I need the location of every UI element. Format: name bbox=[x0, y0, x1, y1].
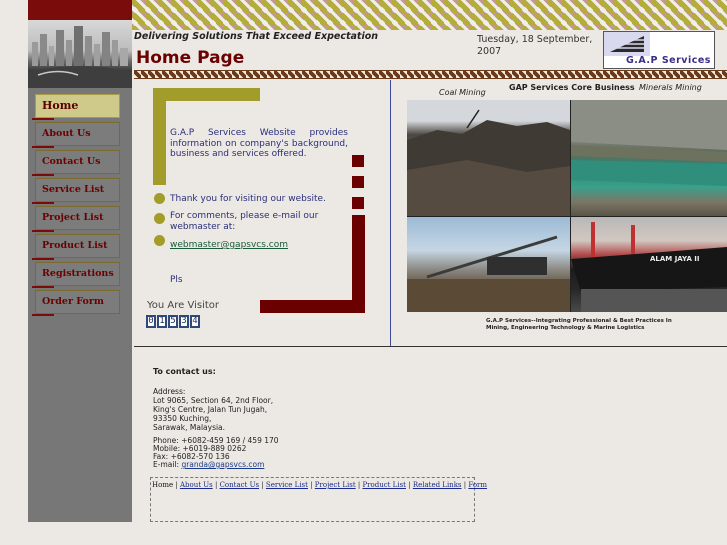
footer-links: Home | About Us | Contact Us | Service L… bbox=[152, 481, 488, 489]
nav-item-label: Service List bbox=[42, 184, 105, 195]
nav-item-about-us[interactable]: About Us bbox=[32, 122, 120, 148]
ship-photo bbox=[571, 217, 727, 312]
current-date: Tuesday, 18 September, 2007 bbox=[477, 34, 593, 57]
coal-mining-photo bbox=[407, 100, 570, 216]
bracket-top bbox=[153, 88, 260, 101]
bullet-icon bbox=[154, 193, 165, 204]
intro-paragraph: G.A.P Services Website provides informat… bbox=[170, 128, 348, 159]
counter-digit: 3 bbox=[179, 315, 189, 328]
footer-link-project-list[interactable]: Project List bbox=[315, 481, 356, 489]
ship-name-text: ALAM JAYA II bbox=[650, 255, 700, 263]
footer-link-related-links[interactable]: Related Links bbox=[413, 481, 462, 489]
nav-item-contact-us[interactable]: Contact Us bbox=[32, 150, 120, 176]
logo-text: G.A.P Services bbox=[626, 55, 711, 66]
footer-link-about-us[interactable]: About Us bbox=[180, 481, 213, 489]
email-label: E-mail: bbox=[153, 460, 180, 469]
decorative-square bbox=[352, 155, 364, 167]
footer-link-contact-us[interactable]: Contact Us bbox=[220, 481, 260, 489]
tagline: Delivering Solutions That Exceed Expecta… bbox=[134, 31, 379, 42]
nav-item-label: Registrations bbox=[42, 268, 114, 279]
contact-email-link[interactable]: granda@gapsvcs.com bbox=[181, 460, 264, 469]
bracket-left bbox=[153, 101, 166, 185]
visitor-counter: 0 1 5 3 4 bbox=[146, 315, 200, 328]
nav-item-order-form[interactable]: Order Form bbox=[32, 290, 120, 316]
counter-digit: 4 bbox=[190, 315, 200, 328]
minerals-mining-caption: Minerals Mining bbox=[639, 83, 702, 92]
photo-caption: G.A.P Services--Integrating Professional… bbox=[486, 318, 672, 331]
coal-mining-caption: Coal Mining bbox=[439, 88, 486, 97]
core-business-caption: GAP Services Core Business bbox=[509, 83, 635, 92]
comments-text: For comments, please e-mail our webmaste… bbox=[170, 211, 319, 232]
page-title: Home Page bbox=[136, 48, 245, 68]
address-line: Sarawak, Malaysia. bbox=[153, 423, 226, 432]
contact-heading: To contact us: bbox=[153, 367, 216, 376]
footer-link-home[interactable]: Home bbox=[152, 481, 173, 489]
nav-item-label: About Us bbox=[42, 128, 91, 139]
visitor-label: You Are Visitor bbox=[147, 300, 220, 311]
nav-item-label: Project List bbox=[42, 212, 104, 223]
minerals-mining-photo bbox=[571, 100, 727, 216]
bracket-right bbox=[352, 215, 365, 312]
vertical-divider bbox=[390, 80, 391, 346]
decorative-square bbox=[352, 176, 364, 188]
footer-link-service-list[interactable]: Service List bbox=[266, 481, 308, 489]
nav-item-project-list[interactable]: Project List bbox=[32, 206, 120, 232]
pls-text: Pls bbox=[170, 275, 183, 285]
counter-digit: 1 bbox=[157, 315, 167, 328]
webmaster-email-link[interactable]: webmaster@gapsvcs.com bbox=[170, 240, 288, 250]
city-skyline-image bbox=[28, 20, 132, 88]
nav-item-label: Product List bbox=[42, 240, 108, 251]
nav-item-product-list[interactable]: Product List bbox=[32, 234, 120, 260]
header-divider bbox=[134, 70, 727, 79]
nav-item-home[interactable]: Home bbox=[32, 94, 120, 120]
counter-digit: 5 bbox=[168, 315, 178, 328]
nav-item-label: Contact Us bbox=[42, 156, 101, 167]
nav-item-label: Order Form bbox=[42, 296, 104, 307]
thanks-text: Thank you for visiting our website. bbox=[170, 194, 326, 204]
counter-digit: 0 bbox=[146, 315, 156, 328]
bracket-bottom bbox=[260, 300, 365, 313]
top-red-band bbox=[28, 0, 132, 20]
nav-item-service-list[interactable]: Service List bbox=[32, 178, 120, 204]
horizontal-divider bbox=[134, 346, 727, 347]
nav-item-label: Home bbox=[42, 99, 79, 112]
footer-link-form[interactable]: Form bbox=[468, 481, 487, 489]
decorative-diamond-band bbox=[132, 0, 727, 30]
decorative-square bbox=[352, 197, 364, 209]
contact-email-row: E-mail: granda@gapsvcs.com bbox=[153, 460, 264, 470]
bullet-icon bbox=[154, 235, 165, 246]
nav-item-registrations[interactable]: Registrations bbox=[32, 262, 120, 288]
bullet-icon bbox=[154, 213, 165, 224]
footer-link-product-list[interactable]: Product List bbox=[362, 481, 406, 489]
conveyor-loading-photo bbox=[407, 217, 570, 312]
